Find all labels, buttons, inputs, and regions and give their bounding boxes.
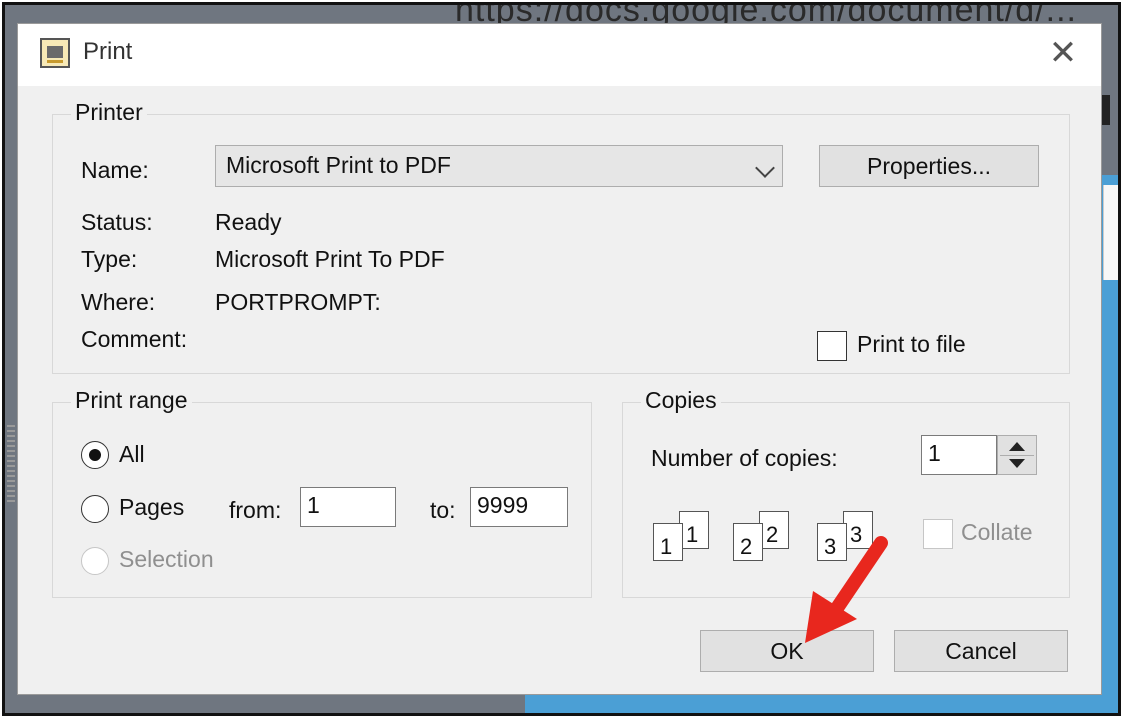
print-to-file-label[interactable]: Print to file (857, 331, 966, 358)
print-to-file-checkbox[interactable] (817, 331, 847, 361)
spinner-up-icon[interactable] (1009, 442, 1025, 451)
collate-page-number: 2 (766, 522, 779, 547)
from-page-input[interactable]: 1 (300, 487, 396, 527)
copies-input[interactable]: 1 (921, 435, 997, 475)
to-page-input[interactable]: 9999 (470, 487, 568, 527)
background-panel (1103, 185, 1118, 280)
print-dialog: Print ✕ Printer Name: Microsoft Print to… (17, 23, 1102, 695)
name-label: Name: (81, 157, 149, 183)
status-label: Status: (81, 209, 153, 235)
screenshot-frame: https://docs.google.com/document/d/... P… (2, 2, 1121, 716)
collate-page-number: 2 (740, 534, 753, 559)
collate-page-back: 2 (759, 511, 789, 549)
number-of-copies-label: Number of copies: (651, 445, 838, 471)
radio-pages-label[interactable]: Pages (119, 494, 184, 521)
collate-checkbox[interactable] (923, 519, 953, 549)
cancel-button[interactable]: Cancel (894, 630, 1068, 672)
printer-group: Printer Name: Microsoft Print to PDF Pro… (52, 99, 1070, 374)
where-label: Where: (81, 289, 156, 315)
chevron-down-icon (755, 158, 775, 178)
close-icon[interactable]: ✕ (1048, 36, 1078, 70)
background-scroll-handle (7, 425, 15, 505)
comment-label: Comment: (81, 326, 188, 352)
properties-button[interactable]: Properties... (819, 145, 1039, 187)
to-label: to: (430, 497, 456, 523)
collate-page-icon-1: 1 1 (653, 511, 725, 561)
annotation-arrow-icon (805, 536, 888, 643)
print-range-legend: Print range (71, 387, 192, 414)
print-range-group: Print range All Pages from: 1 to: 9999 S… (52, 387, 592, 598)
type-label: Type: (81, 246, 138, 272)
printer-name-dropdown[interactable]: Microsoft Print to PDF (215, 145, 783, 187)
collate-label[interactable]: Collate (961, 519, 1033, 546)
spinner-down-icon[interactable] (1009, 459, 1025, 468)
radio-all-label[interactable]: All (119, 441, 145, 468)
collate-page-back: 1 (679, 511, 709, 549)
radio-selection-label[interactable]: Selection (119, 546, 214, 573)
radio-pages[interactable] (81, 495, 109, 523)
copies-spinner[interactable] (997, 435, 1037, 475)
collate-page-front: 2 (733, 523, 763, 561)
type-value: Microsoft Print To PDF (215, 246, 445, 272)
copies-legend: Copies (641, 387, 721, 414)
printer-legend: Printer (71, 99, 147, 126)
printer-name-value: Microsoft Print to PDF (226, 152, 451, 178)
status-value: Ready (215, 209, 282, 235)
radio-selection[interactable] (81, 547, 109, 575)
printer-app-icon (40, 38, 70, 68)
collate-page-number: 1 (686, 522, 699, 547)
spinner-divider (1000, 455, 1034, 456)
where-value: PORTPROMPT: (215, 289, 381, 315)
dialog-title: Print (83, 38, 133, 65)
collate-page-number: 1 (660, 534, 673, 559)
collate-page-front: 1 (653, 523, 683, 561)
dialog-titlebar: Print ✕ (18, 24, 1101, 86)
from-label: from: (229, 497, 282, 523)
radio-all[interactable] (81, 441, 109, 469)
